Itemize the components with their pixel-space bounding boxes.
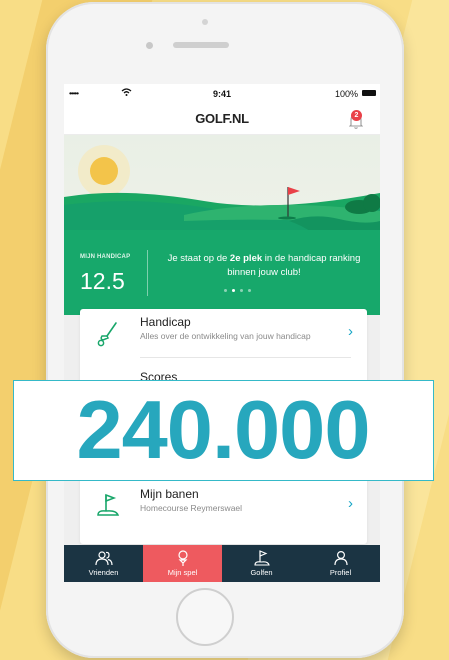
flag-icon: [253, 550, 270, 566]
chevron-right-icon: ›: [348, 323, 353, 340]
divider: [147, 250, 148, 296]
tab-mijn-spel[interactable]: Mijn spel: [143, 545, 222, 582]
page-dot[interactable]: [248, 289, 251, 292]
notification-badge: 2: [351, 110, 362, 121]
chevron-right-icon: ›: [348, 495, 353, 512]
battery-percent: 100%: [334, 89, 358, 99]
golf-club-icon: [97, 322, 117, 347]
menu-item-subtitle: Alles over de ontwikkeling van jouw hand…: [140, 331, 311, 341]
ranking-text: Je staat op de: [167, 253, 230, 264]
stat-number: 240.000: [76, 383, 370, 476]
flag-green-icon: [97, 493, 120, 516]
battery-icon: [362, 90, 376, 96]
carousel-pagination[interactable]: [224, 289, 251, 292]
menu-item-mijn-banen[interactable]: Mijn banen Homecourse Reymerswael ›: [80, 481, 367, 536]
ranking-message: Je staat op de 2e plek in de handicap ra…: [154, 252, 374, 280]
tab-label: Profiel: [329, 568, 352, 577]
app-logo-title: GOLF.NL: [195, 111, 249, 126]
page-dot[interactable]: [240, 289, 243, 292]
sensor-dot: [202, 19, 208, 25]
tab-profiel[interactable]: Profiel: [301, 545, 380, 582]
friends-icon: [94, 551, 113, 566]
tab-golfen[interactable]: Golfen: [222, 545, 301, 582]
menu-item-handicap[interactable]: Handicap Alles over de ontwikkeling van …: [80, 309, 367, 364]
camera-icon: [146, 42, 153, 49]
home-button[interactable]: [176, 588, 234, 646]
notifications-button[interactable]: 2: [348, 108, 368, 130]
tab-label: Golfen: [250, 568, 273, 577]
speaker-grille: [173, 42, 229, 48]
phone-frame: ••••• 9:41 100% GOLF.NL 2 MIJN HANDICAP …: [46, 2, 404, 658]
menu-item-subtitle: Homecourse Reymerswael: [140, 503, 243, 513]
ranking-highlight: 2e plek: [229, 253, 263, 264]
menu-item-title: Handicap: [140, 315, 191, 329]
tab-label: Mijn spel: [167, 568, 198, 577]
handicap-label: MIJN HANDICAP: [80, 254, 131, 260]
separator: [140, 357, 351, 358]
tab-bar: Vrienden Mijn spel Golfen Profiel: [64, 545, 380, 582]
page-dot[interactable]: [224, 289, 227, 292]
profile-icon: [333, 550, 348, 566]
handicap-value: 12.5: [80, 268, 125, 294]
clock: 9:41: [212, 89, 231, 99]
tab-label: Vrienden: [88, 568, 119, 577]
tab-vrienden[interactable]: Vrienden: [64, 545, 143, 582]
stat-overlay-box: 240.000: [13, 380, 434, 481]
status-bar: ••••• 9:41 100%: [64, 84, 380, 104]
hero-banner: MIJN HANDICAP 12.5 Je staat op de 2e ple…: [64, 135, 380, 315]
app-screen: ••••• 9:41 100% GOLF.NL 2 MIJN HANDICAP …: [64, 84, 380, 582]
page-dot-active[interactable]: [232, 289, 235, 292]
golf-ball-tee-icon: [177, 550, 188, 566]
menu-item-title: Mijn banen: [140, 487, 199, 501]
nav-bar: GOLF.NL 2: [64, 104, 380, 135]
